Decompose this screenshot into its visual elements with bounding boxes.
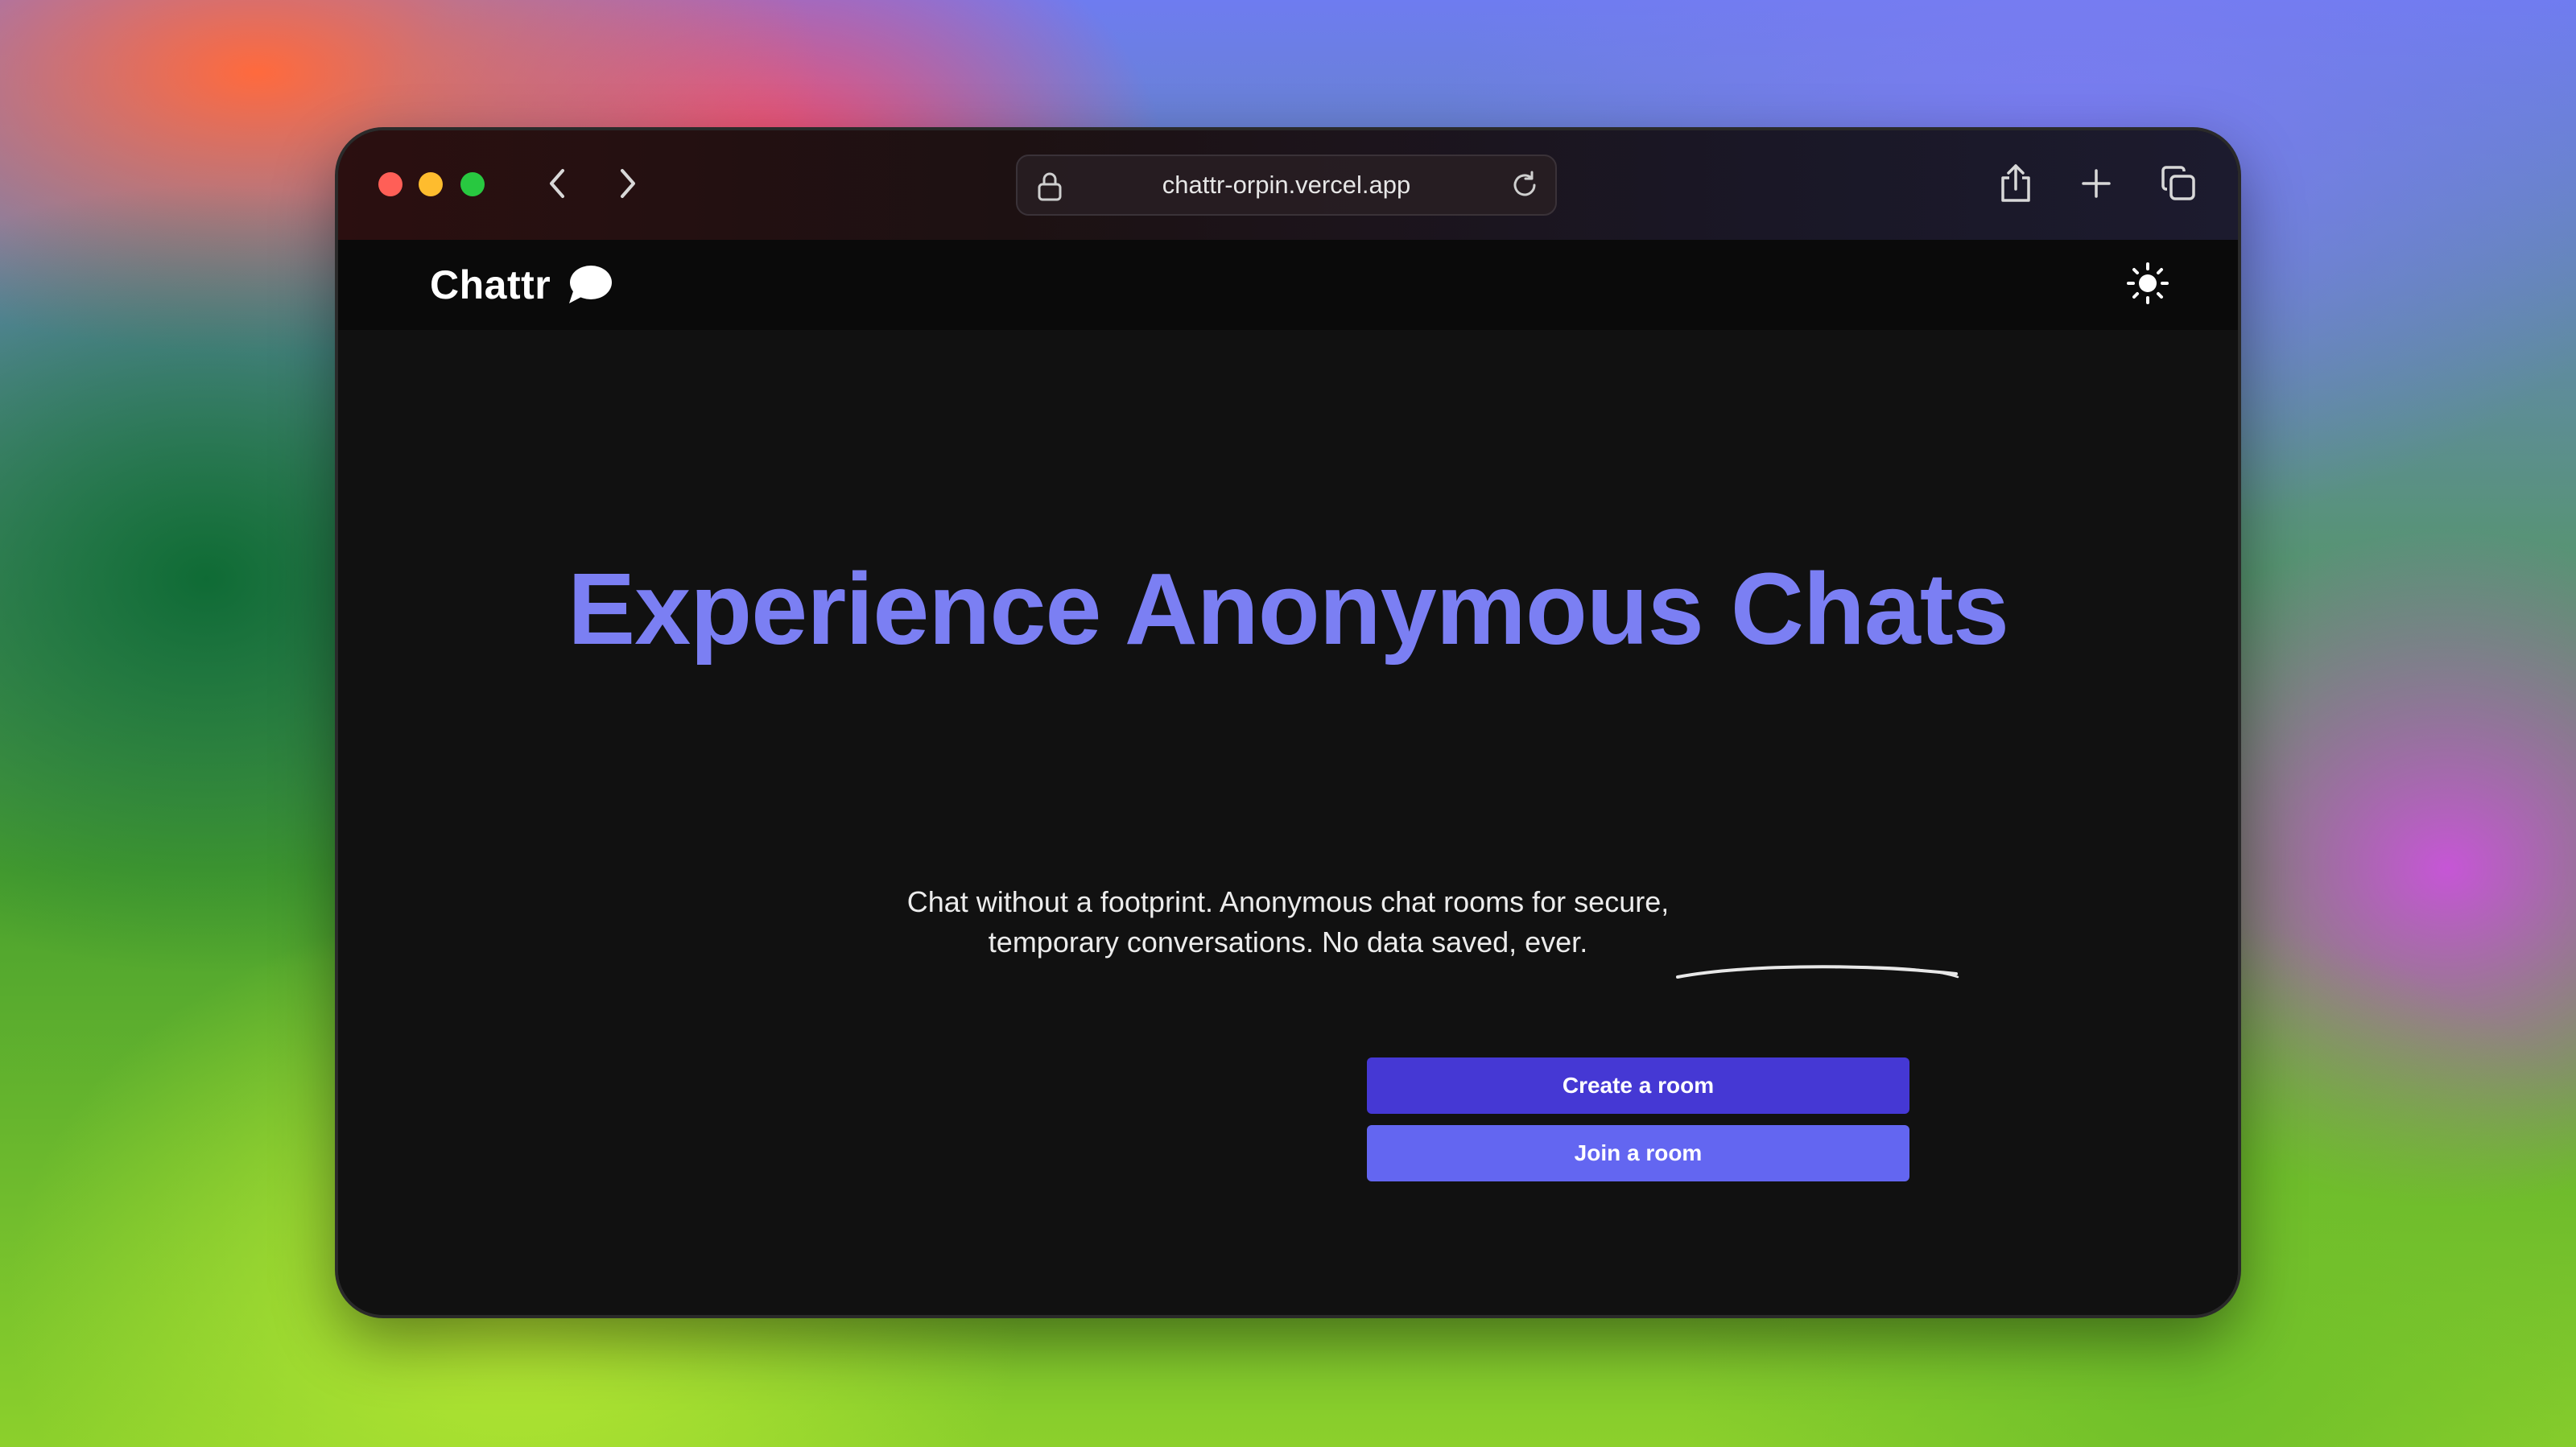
close-window-button[interactable] bbox=[378, 172, 402, 196]
hero-subtitle-text: temporary conversations. bbox=[988, 926, 1322, 958]
browser-window: chattr-orpin.vercel.app Chattr Experienc… bbox=[338, 130, 2238, 1315]
plus-icon bbox=[2080, 167, 2112, 204]
lock-icon bbox=[1034, 171, 1066, 203]
create-room-button[interactable]: Create a room bbox=[1367, 1057, 1909, 1114]
forward-button[interactable] bbox=[605, 163, 650, 208]
join-room-button[interactable]: Join a room bbox=[1367, 1125, 1909, 1181]
theme-toggle-button[interactable] bbox=[2122, 259, 2174, 311]
hero-subtitle-emphasis: No data saved, ever. bbox=[1321, 926, 1588, 958]
address-bar[interactable]: chattr-orpin.vercel.app bbox=[1016, 155, 1557, 216]
chat-bubble-icon bbox=[567, 264, 613, 306]
underline-swoosh bbox=[1676, 965, 1959, 979]
brand-name: Chattr bbox=[430, 262, 551, 307]
reload-icon[interactable] bbox=[1509, 169, 1541, 201]
minimize-window-button[interactable] bbox=[419, 172, 443, 196]
main-content bbox=[338, 330, 2238, 1315]
chevron-left-icon bbox=[545, 167, 569, 204]
sun-icon bbox=[2126, 262, 2169, 309]
hero-title: Experience Anonymous Chats bbox=[568, 552, 2009, 666]
share-icon bbox=[1998, 163, 2033, 208]
back-button[interactable] bbox=[535, 163, 580, 208]
address-bar-url[interactable]: chattr-orpin.vercel.app bbox=[1074, 156, 1499, 214]
new-tab-button[interactable] bbox=[2072, 161, 2120, 209]
hero-subtitle-line-1: Chat without a footprint. Anonymous chat… bbox=[906, 885, 1670, 918]
hero-subtitle-line-2: temporary conversations. No data saved, … bbox=[338, 922, 2238, 963]
share-button[interactable] bbox=[1992, 161, 2040, 209]
brand-logo[interactable]: Chattr bbox=[430, 240, 613, 330]
tabs-overview-icon bbox=[2160, 165, 2197, 206]
app-header: Chattr bbox=[338, 240, 2238, 330]
browser-toolbar: chattr-orpin.vercel.app bbox=[338, 130, 2238, 240]
chevron-right-icon bbox=[616, 167, 640, 204]
hero-subtitle: Chat without a footprint. Anonymous chat… bbox=[338, 882, 2238, 963]
zoom-window-button[interactable] bbox=[460, 172, 485, 196]
tabs-overview-button[interactable] bbox=[2154, 161, 2202, 209]
